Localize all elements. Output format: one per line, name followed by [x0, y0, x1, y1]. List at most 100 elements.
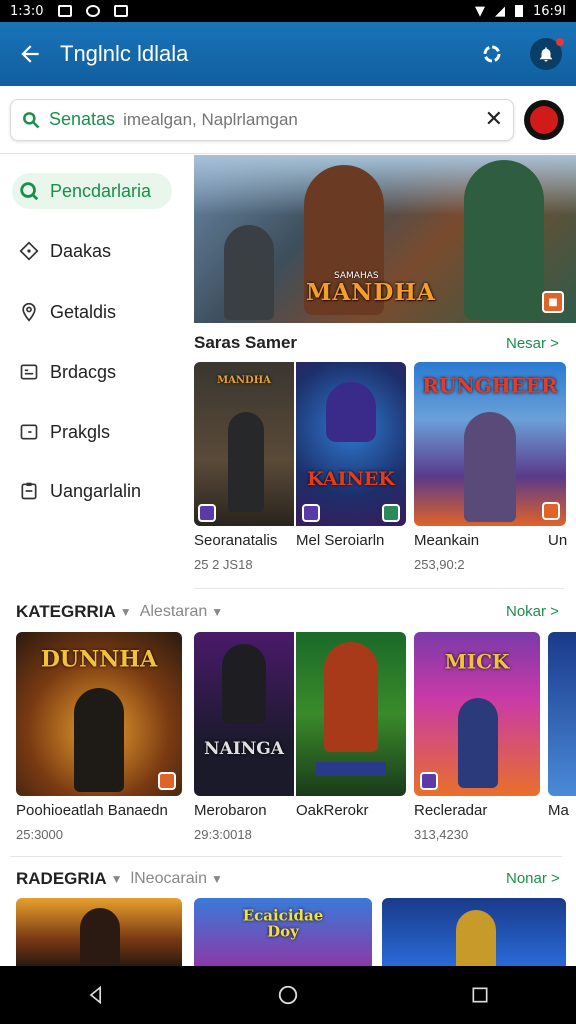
game-character	[324, 642, 378, 752]
game-card[interactable]: Ma	[548, 632, 576, 819]
game-character	[80, 908, 120, 966]
game-thumbnail: DUNNHA	[16, 632, 182, 796]
game-thumbnail	[296, 632, 406, 796]
game-logo: RUNGHEER	[422, 373, 558, 398]
game-logo: NAINGA	[204, 739, 284, 760]
game-card[interactable]	[16, 898, 182, 966]
door-icon	[18, 421, 40, 443]
sidebar-item-brdacgs[interactable]: Brdacgs	[12, 354, 172, 390]
game-art	[548, 632, 576, 796]
home-nav-button[interactable]	[258, 975, 318, 1015]
card-icon	[18, 361, 40, 383]
section-title: Saras Samer	[194, 333, 298, 352]
game-logo: Ecaicidae Doy	[242, 906, 324, 940]
game-card[interactable]: OakRerokr	[296, 632, 406, 819]
game-name: Ma	[548, 802, 569, 819]
recents-nav-button[interactable]	[450, 975, 510, 1015]
battery-icon	[514, 5, 523, 17]
notification-dot	[556, 38, 564, 46]
search-input[interactable]	[123, 109, 424, 130]
game-card[interactable]	[382, 898, 566, 966]
chevron-down-icon[interactable]: ▼	[120, 605, 132, 619]
chevron-down-icon[interactable]: ▼	[211, 605, 223, 619]
notification-icon	[57, 5, 72, 17]
triangle-back-icon	[89, 985, 101, 1005]
record-icon	[530, 105, 558, 134]
sidebar-item-search[interactable]: Pencdarlaria	[12, 173, 172, 209]
game-card[interactable]: DUNNHA Poohioeatlah Banaedn 25:3000	[16, 632, 182, 842]
search-icon	[23, 111, 40, 128]
sidebar-item-label: Pencdarlaria	[50, 180, 152, 201]
game-card[interactable]: Un	[548, 526, 576, 549]
sidebar-item-prakgls[interactable]: Prakgls	[12, 414, 172, 450]
store-badge-icon	[158, 772, 176, 790]
game-name: Seoranatalis	[194, 532, 278, 549]
notification-button[interactable]	[530, 38, 564, 70]
search-row: Senatas ✕	[0, 86, 576, 154]
game-thumbnail: NAINGA	[194, 632, 294, 796]
sync-button[interactable]	[476, 38, 508, 70]
game-card[interactable]: KAINEK Mel Seroiarln	[296, 362, 406, 549]
status-bar: 1:3:0 ▼ ◢ 16:9I	[0, 0, 576, 22]
game-count: 313,4230	[414, 827, 469, 842]
game-character	[228, 412, 264, 512]
game-thumbnail: KAINEK	[296, 362, 406, 526]
sidebar-item-uangarlalin[interactable]: Uangarlalin	[12, 473, 172, 509]
store-badge-icon	[420, 772, 438, 790]
status-clock: 16:9I	[532, 3, 566, 19]
game-card[interactable]: MANDHA Seoranatalis 25 2 JS18	[194, 362, 294, 572]
sidebar-item-label: Brdacgs	[50, 361, 117, 382]
see-more-link[interactable]: Nonar >	[506, 870, 560, 887]
store-badge-icon	[198, 504, 216, 522]
game-logo: MICK	[444, 649, 510, 674]
chevron-down-icon[interactable]: ▼	[211, 872, 223, 886]
divider	[194, 588, 564, 589]
search-label: Senatas	[49, 109, 116, 129]
bell-icon	[540, 47, 552, 62]
search-icon	[18, 180, 40, 202]
signal-icon: ◢	[494, 3, 505, 19]
section-title: RADEGRIA	[16, 869, 107, 888]
search-box[interactable]: Senatas ✕	[10, 98, 514, 141]
system-nav-bar	[0, 966, 576, 1024]
divider	[10, 856, 562, 857]
game-name: Mel Seroiarln	[296, 532, 385, 549]
game-name: Poohioeatlah Banaedn	[16, 802, 168, 819]
section-title: KATEGRRIA	[16, 602, 116, 621]
clear-icon[interactable]: ✕	[485, 107, 503, 132]
game-name: Meankain	[414, 532, 480, 549]
back-button[interactable]	[0, 22, 60, 86]
game-count: 25 2 JS18	[194, 557, 253, 572]
section-filter[interactable]: Alestaran	[140, 603, 208, 621]
arrow-left-icon	[21, 45, 39, 63]
bluetooth-icon	[85, 5, 100, 17]
game-card[interactable]: Ecaicidae Doy	[194, 898, 372, 966]
game-card[interactable]: NAINGA Merobaron 29:3:0018	[194, 632, 294, 842]
game-name: Recleradar	[414, 802, 488, 819]
hero-figure-soldier	[224, 225, 274, 320]
game-name: Merobaron	[194, 802, 267, 819]
sync-icon	[483, 45, 501, 63]
section-filter[interactable]: lNeocarain	[131, 870, 207, 888]
game-thumbnail: MANDHA	[194, 362, 294, 526]
game-logo: MANDHA	[217, 375, 271, 386]
game-card[interactable]: RUNGHEER Meankain 253,90:2	[414, 362, 566, 572]
see-more-link[interactable]: Nokar >	[506, 603, 559, 620]
mail-icon	[113, 5, 128, 17]
game-thumbnail	[16, 898, 182, 966]
game-thumbnail	[382, 898, 566, 966]
record-button[interactable]	[524, 99, 564, 140]
game-logo: DUNNHA	[40, 646, 158, 673]
game-character	[458, 698, 498, 788]
page-title: Tnglnlc ldlala	[60, 41, 189, 66]
hero-banner[interactable]: SAMAHAS MANDHA ■	[194, 155, 576, 323]
see-more-link[interactable]: Nesar >	[506, 335, 559, 352]
sidebar-item-label: Getaldis	[50, 301, 117, 322]
sidebar: Pencdarlaria Daakas Getaldis Brdacgs Pra…	[0, 155, 192, 575]
back-nav-button[interactable]	[66, 975, 126, 1015]
game-thumbnail: MICK	[414, 632, 540, 796]
sidebar-item-daakas[interactable]: Daakas	[12, 233, 172, 269]
sidebar-item-getaldis[interactable]: Getaldis	[12, 294, 172, 330]
chevron-down-icon[interactable]: ▼	[111, 872, 123, 886]
game-card[interactable]: MICK Recleradar 313,4230	[414, 632, 540, 842]
